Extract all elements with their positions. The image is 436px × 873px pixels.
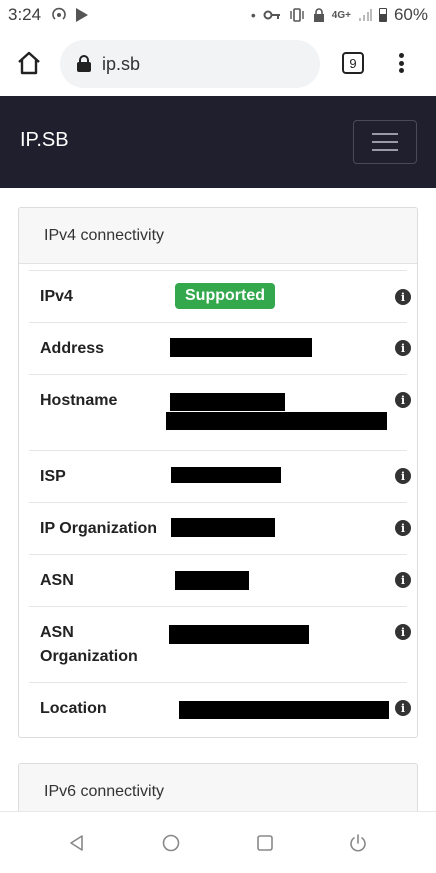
table-row: ASN i [29,554,411,606]
status-badge: Supported [175,283,275,309]
row-label: IPv4 [40,288,73,305]
row-label: ASN Organization [40,624,138,665]
row-label: Hostname [40,392,118,409]
ipv4-card-title: IPv4 connectivity [19,208,417,264]
row-label: IP Organization [40,520,158,537]
info-icon[interactable]: i [395,392,411,408]
notification-dot-icon: • [250,7,256,23]
site-brand[interactable]: IP.SB [20,129,69,152]
info-icon[interactable]: i [395,572,411,588]
table-row: ISP i [29,450,411,502]
row-label: ASN [40,572,74,589]
ipv4-card: IPv4 connectivity IPv4 Supported i Addre… [18,207,418,738]
status-time: 3:24 [8,5,42,24]
redacted-value [179,701,389,719]
redacted-value [170,393,285,411]
table-row: ASN Organization i [29,606,411,682]
redacted-value [170,338,312,357]
play-store-icon [76,8,89,22]
table-row: Hostname i [29,374,411,450]
redacted-value [171,467,281,483]
lock-status-icon [313,7,324,22]
site-navbar: IP.SB [0,96,436,188]
home-nav-icon[interactable] [161,833,181,853]
power-icon[interactable] [348,833,368,853]
tab-switcher-button[interactable]: 9 [342,52,364,74]
lock-icon [77,55,91,72]
battery-icon [378,8,387,22]
browser-toolbar: ip.sb 9 [0,30,436,96]
overflow-menu-icon[interactable] [394,50,408,76]
ipv4-table: IPv4 Supported i Address i Hostname i IS… [19,264,417,734]
vpn-key-icon [263,10,280,20]
row-label: Address [40,340,105,357]
signal-icon [358,9,372,21]
info-icon[interactable]: i [395,624,411,640]
redacted-value [171,518,275,537]
redacted-value [175,571,249,590]
info-icon[interactable]: i [395,340,411,356]
network-type: 4G+ [331,9,351,21]
recents-icon[interactable] [255,833,275,853]
redacted-value [169,625,309,644]
table-row: IP Organization i [29,502,411,554]
battery-percent: 60% [393,5,428,24]
table-row: IPv4 Supported i [29,270,411,322]
hamburger-menu-button[interactable] [353,120,417,164]
vibrate-icon [290,8,304,22]
row-label: Location [40,700,107,717]
back-icon[interactable] [67,833,87,853]
info-icon[interactable]: i [395,468,411,484]
system-nav-bar [0,811,436,873]
table-row: Address i [29,322,411,374]
home-icon[interactable] [16,50,42,76]
url-text: ip.sb [102,53,141,74]
info-icon[interactable]: i [395,289,411,305]
address-bar[interactable]: ip.sb [60,40,320,88]
hotspot-icon [52,7,66,20]
info-icon[interactable]: i [395,520,411,536]
info-icon[interactable]: i [395,700,411,716]
row-label: ISP [40,468,66,485]
redacted-value [166,412,387,430]
table-row: Location i [29,682,411,734]
status-bar: 3:24 • 4G+ 60% [0,0,436,30]
